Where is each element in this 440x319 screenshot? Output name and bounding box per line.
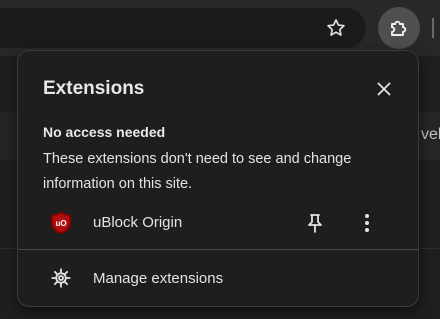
bookmark-button[interactable] (320, 12, 352, 44)
pin-extension-button[interactable] (302, 210, 328, 236)
address-bar[interactable] (0, 8, 366, 48)
pin-icon (308, 214, 322, 233)
section-description: These extensions don't need to see and c… (43, 151, 352, 192)
popup-title: Extensions (43, 78, 145, 99)
toolbar-divider (432, 18, 434, 38)
ublock-origin-icon: uO (51, 212, 71, 234)
gear-icon (51, 268, 71, 288)
manage-extensions-button[interactable]: Manage extensions (18, 259, 418, 297)
browser-toolbar (0, 0, 440, 56)
extension-menu-button[interactable] (354, 210, 380, 236)
popup-divider (18, 249, 418, 250)
extensions-popup: Extensions No access needed These extens… (17, 50, 419, 307)
puzzle-icon (391, 20, 407, 36)
manage-extensions-label: Manage extensions (93, 270, 224, 287)
svg-text:uO: uO (55, 219, 66, 228)
background-peek-text: velc (421, 126, 440, 143)
close-button[interactable] (372, 77, 396, 101)
section-heading: No access needed (43, 124, 166, 140)
extension-row-ublock-origin[interactable]: uO uBlock Origin (18, 204, 418, 242)
close-icon (377, 82, 391, 96)
star-outline-icon (327, 19, 345, 36)
more-vert-icon (365, 214, 369, 232)
extensions-button[interactable] (378, 7, 420, 49)
extension-name: uBlock Origin (93, 214, 183, 231)
